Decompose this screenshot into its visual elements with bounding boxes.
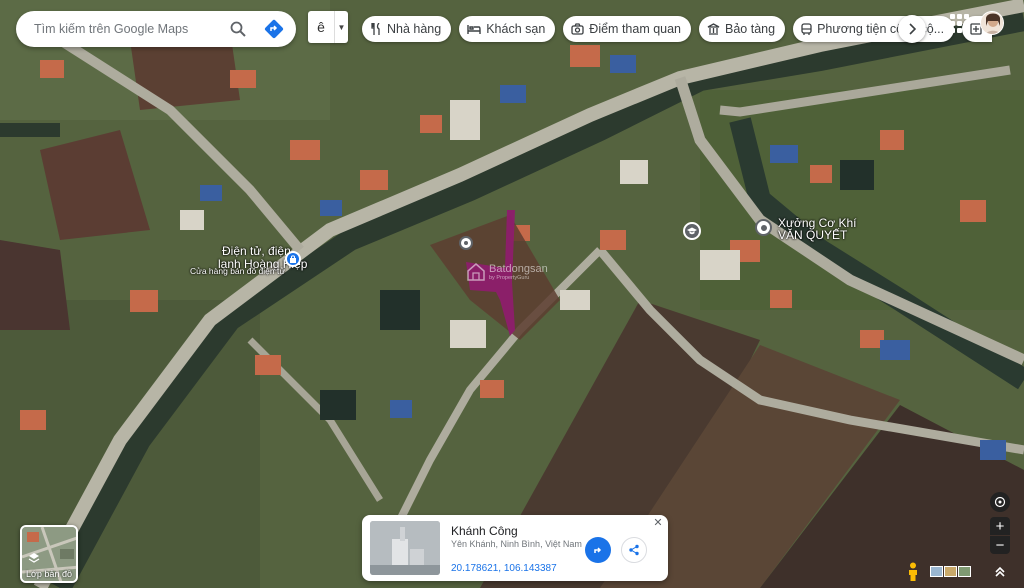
map-layers-label: Lớp bản đồ — [26, 569, 72, 579]
directions-icon — [264, 19, 284, 39]
imagery-thumbnail[interactable] — [944, 566, 957, 577]
chip-restaurants[interactable]: Nhà hàng — [362, 16, 452, 42]
watermark-logo: Batdongsan by PropertyGuru — [466, 262, 548, 282]
chevron-down-icon: ▼ — [334, 11, 348, 43]
imagery-thumbnail[interactable] — [930, 566, 943, 577]
chevron-up-double-icon — [995, 566, 1005, 577]
directions-button[interactable] — [256, 11, 292, 47]
place-thumbnail[interactable] — [370, 521, 440, 575]
chip-label: Nhà hàng — [387, 22, 442, 36]
pegman-icon[interactable] — [906, 562, 920, 582]
chip-label: Bảo tàng — [725, 22, 776, 36]
search-input[interactable] — [16, 11, 220, 47]
close-icon[interactable]: ✕ — [652, 517, 664, 529]
compass-button[interactable] — [990, 492, 1010, 512]
share-button[interactable] — [621, 537, 647, 563]
zoom-in-button[interactable]: + — [990, 517, 1010, 535]
watermark-house-icon — [467, 263, 485, 281]
shopping-bag-icon-glyph — [290, 255, 296, 263]
input-tools-selector[interactable]: ê ▼ — [308, 11, 348, 43]
place-address: Yên Khánh, Ninh Bình, Việt Nam — [451, 539, 582, 549]
search-icon — [230, 21, 246, 37]
chip-attractions[interactable]: Điểm tham quan — [563, 16, 692, 42]
directions-icon — [594, 547, 602, 553]
chip-museums[interactable]: Bảo tàng — [699, 16, 786, 42]
chip-label: Điểm tham quan — [589, 22, 682, 36]
apps-grid-icon — [957, 14, 962, 19]
place-info-card[interactable]: Khánh Công Yên Khánh, Ninh Bình, Việt Na… — [362, 515, 668, 581]
street-view-thumbnail — [370, 521, 440, 575]
pegman-glyph — [909, 562, 917, 581]
input-tools-value: ê — [317, 19, 325, 35]
chip-label: Khách sạn — [486, 22, 546, 36]
place-title: Khánh Công — [451, 524, 518, 538]
share-icon — [629, 544, 639, 556]
layers-icon — [28, 553, 40, 563]
imagery-thumbnail[interactable] — [958, 566, 971, 577]
apps-grid-icon — [950, 14, 955, 19]
apps-grid-icon — [957, 21, 962, 26]
location-pin-icon[interactable] — [459, 236, 473, 250]
imagery-thumbnails[interactable] — [930, 566, 971, 577]
apps-grid-icon — [957, 28, 962, 33]
fork-knife-icon — [371, 23, 380, 35]
search-button[interactable] — [220, 11, 256, 47]
compass-icon — [994, 496, 1006, 508]
watermark-subtext: by PropertyGuru — [489, 275, 530, 281]
apps-grid-icon — [964, 14, 969, 19]
shopping-bag-icon[interactable] — [285, 251, 301, 267]
apps-grid-icon — [964, 28, 969, 33]
search-box — [16, 11, 296, 47]
chip-hotels[interactable]: Khách sạn — [459, 16, 556, 42]
bed-icon — [467, 25, 481, 34]
chip-transit[interactable]: Phương tiện công cộ... — [793, 16, 955, 42]
directions-button[interactable] — [585, 537, 611, 563]
expand-button[interactable] — [990, 562, 1010, 582]
chevron-right-icon — [909, 23, 916, 35]
graduation-cap-icon[interactable] — [683, 222, 701, 240]
camera-icon — [571, 23, 584, 35]
school-glyph-icon — [687, 227, 697, 235]
watermark-text: Batdongsan — [489, 263, 548, 275]
apps-grid-icon — [964, 21, 969, 26]
museum-icon — [707, 23, 720, 35]
place-coordinates[interactable]: 20.178621, 106.143387 — [451, 563, 557, 574]
zoom-out-button[interactable]: − — [990, 536, 1010, 554]
place-marker-icon[interactable] — [755, 219, 772, 236]
shop-category: Cửa hàng bán đồ điện tử — [190, 266, 286, 276]
satellite-map[interactable] — [0, 0, 1024, 588]
chips-next-button[interactable] — [898, 15, 926, 43]
apps-grid-icon — [950, 21, 955, 26]
google-apps-button[interactable] — [948, 12, 970, 34]
account-avatar[interactable] — [980, 11, 1004, 35]
bus-icon — [801, 22, 812, 35]
apps-grid-icon — [950, 28, 955, 33]
map-layers-button[interactable]: Lớp bản đồ — [20, 525, 78, 583]
workshop-name-line2: VĂN QUYẾT — [778, 228, 848, 242]
